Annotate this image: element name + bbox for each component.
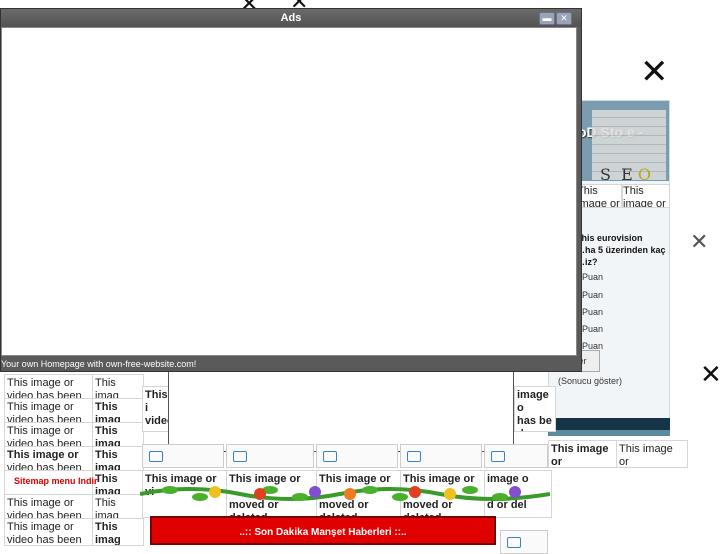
placeholder-text: This image or bbox=[551, 443, 609, 468]
placeholder-tile: This image or bbox=[622, 184, 670, 208]
placeholder-tile: This image or bbox=[548, 440, 618, 468]
camera-icon bbox=[233, 451, 247, 463]
placeholder-text: video has been bbox=[7, 534, 82, 546]
poll-question-line: …iz? bbox=[576, 257, 598, 267]
poll-option[interactable]: Puan bbox=[582, 324, 603, 334]
skull-crossbones-decoration: ✕ bbox=[690, 230, 709, 255]
panel-footer-accent bbox=[548, 430, 670, 436]
camera-icon bbox=[149, 451, 163, 463]
placeholder-text: image o bbox=[517, 389, 549, 414]
poll-option[interactable]: Puan bbox=[582, 272, 603, 282]
placeholder-text: d or del bbox=[517, 428, 538, 431]
popup-title: Ads bbox=[1, 9, 581, 27]
placeholder-text: This image or bbox=[619, 443, 673, 468]
photobucket-logo: photobucket bbox=[142, 444, 224, 468]
placeholder-text: This imag bbox=[95, 521, 121, 546]
camera-icon bbox=[323, 451, 337, 463]
skull-crossbones-decoration: ✕ bbox=[640, 52, 669, 92]
placeholder-text: This image or bbox=[7, 449, 79, 461]
camera-icon bbox=[407, 451, 421, 463]
photobucket-logo: photobucket bbox=[400, 444, 482, 468]
ads-popup-window: Ads ▬ ✕ Your own Homepage with own-free-… bbox=[0, 8, 582, 372]
placeholder-tile: image ohas bed or del bbox=[514, 386, 556, 432]
show-results-link[interactable]: (Sonucu göster) bbox=[558, 376, 622, 386]
embedded-frame bbox=[168, 370, 514, 452]
breaking-news-banner[interactable]: ..:: Son Dakika Manşet Haberleri ::.. bbox=[150, 516, 496, 545]
poll-option[interactable]: Puan bbox=[582, 290, 603, 300]
popup-content bbox=[1, 27, 577, 356]
placeholder-text: This image or bbox=[577, 185, 620, 208]
popup-footer-link[interactable]: Your own Homepage with own-free-website.… bbox=[1, 358, 196, 370]
placeholder-text: This image or bbox=[7, 377, 74, 389]
placeholder-tile: This image or bbox=[576, 184, 622, 208]
site-menu-links[interactable]: Sitemap menu Indir bbox=[14, 476, 98, 486]
photobucket-logo: photobu bbox=[500, 530, 548, 554]
panel-footer bbox=[548, 418, 670, 430]
poll-question: This eurovision …ha 5 üzerinden kaç …iz? bbox=[576, 232, 666, 268]
photobucket-logo: photobucket bbox=[316, 444, 398, 468]
poll-question-line: This eurovision bbox=[576, 233, 643, 243]
poll-option[interactable]: Puan bbox=[582, 307, 603, 317]
placeholder-tile: This imag bbox=[92, 518, 144, 546]
placeholder-text: This image or bbox=[7, 497, 74, 509]
placeholder-tile: This image or video has been bbox=[4, 518, 94, 546]
camera-icon bbox=[491, 451, 505, 463]
placeholder-text: has be bbox=[517, 415, 552, 427]
photobucket-logo: photobu bbox=[484, 444, 548, 468]
placeholder-text: This image or bbox=[7, 521, 74, 533]
skull-crossbones-decoration: ✕ bbox=[700, 360, 722, 390]
placeholder-text: This image or bbox=[7, 425, 74, 437]
close-button[interactable]: ✕ bbox=[556, 12, 572, 25]
poll-question-line: …ha 5 üzerinden kaç bbox=[576, 245, 666, 255]
photobucket-logo: photobucket bbox=[226, 444, 314, 468]
minimize-button[interactable]: ▬ bbox=[539, 12, 555, 25]
placeholder-tile: This image or bbox=[616, 440, 688, 468]
flower-garland-decoration bbox=[140, 486, 550, 501]
placeholder-text: This image or bbox=[623, 185, 666, 208]
camera-icon bbox=[507, 537, 521, 549]
placeholder-text: This image or bbox=[7, 401, 74, 413]
logo-letters: S E O bbox=[600, 165, 652, 184]
placeholder-text: This i bbox=[145, 389, 168, 414]
